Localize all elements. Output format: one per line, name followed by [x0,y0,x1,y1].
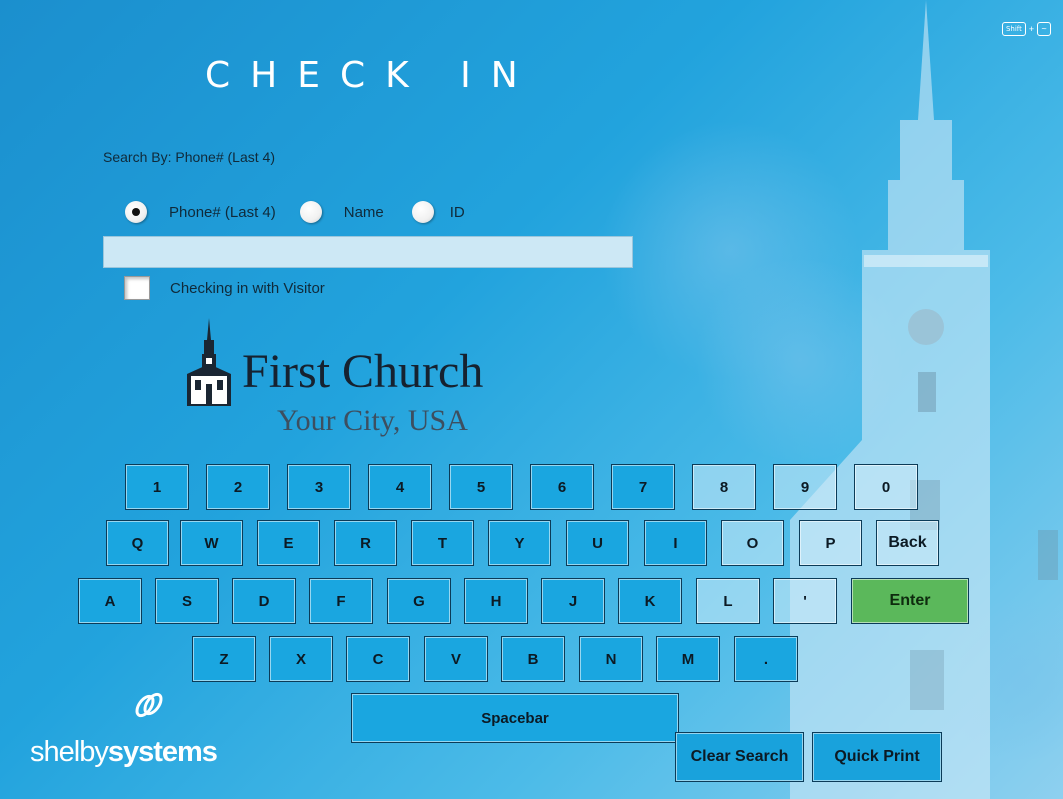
key-enter[interactable]: Enter [851,578,969,624]
visitor-checkbox-row[interactable]: Checking in with Visitor [124,276,325,300]
key-apostrophe[interactable]: ' [773,578,837,624]
key-u[interactable]: U [566,520,629,566]
key-f[interactable]: F [309,578,373,624]
key-0[interactable]: 0 [854,464,918,510]
key-5[interactable]: 5 [449,464,513,510]
key-t[interactable]: T [411,520,474,566]
key-g[interactable]: G [387,578,451,624]
radio-id[interactable]: ID [411,201,465,223]
radio-phone[interactable]: Phone# (Last 4) [125,201,276,223]
key-spacebar[interactable]: Spacebar [351,693,679,743]
key-j[interactable]: J [541,578,605,624]
church-background-image [790,0,1058,799]
quick-print-button[interactable]: Quick Print [812,732,942,782]
key-e[interactable]: E [257,520,320,566]
brand-part1: shelby [30,736,109,768]
key-back[interactable]: Back [876,520,939,566]
key-h[interactable]: H [464,578,528,624]
key-k[interactable]: K [618,578,682,624]
page-title: CHECK IN [205,55,538,96]
key-4[interactable]: 4 [368,464,432,510]
radio-selected-icon [125,201,147,223]
key-o[interactable]: O [721,520,784,566]
radio-unselected-icon [411,201,434,223]
key-s[interactable]: S [155,578,219,624]
radio-id-label: ID [449,203,465,221]
key-x[interactable]: X [269,636,333,682]
key-r[interactable]: R [334,520,397,566]
key-c[interactable]: C [346,636,410,682]
tilde-key-icon: ~ [1037,22,1051,36]
search-type-radio-group: Phone# (Last 4) Name ID [125,201,465,223]
church-logo-icon [187,318,231,406]
shelby-systems-wordmark: shelbysystems [30,736,218,769]
church-city: Your City, USA [277,404,468,437]
visitor-checkbox-label: Checking in with Visitor [170,279,325,297]
shelby-swirl-icon [135,692,163,718]
key-w[interactable]: W [180,520,243,566]
key-3[interactable]: 3 [287,464,351,510]
key-9[interactable]: 9 [773,464,837,510]
key-a[interactable]: A [78,578,142,624]
radio-name[interactable]: Name [299,201,384,223]
key-v[interactable]: V [424,636,488,682]
key-period[interactable]: . [734,636,798,682]
keyboard-shortcut-hint: Shift + ~ [1001,22,1051,36]
radio-unselected-icon [299,201,322,223]
church-name: First Church [242,345,484,398]
search-by-label: Search By: Phone# (Last 4) [103,149,275,165]
radio-phone-label: Phone# (Last 4) [169,203,276,221]
key-n[interactable]: N [579,636,643,682]
key-i[interactable]: I [644,520,707,566]
clear-search-button[interactable]: Clear Search [675,732,804,782]
key-m[interactable]: M [656,636,720,682]
plus-sign: + [1028,24,1035,34]
key-6[interactable]: 6 [530,464,594,510]
key-1[interactable]: 1 [125,464,189,510]
brand-part2: systems [107,736,218,768]
search-input[interactable] [103,236,633,268]
key-z[interactable]: Z [192,636,256,682]
radio-name-label: Name [343,203,384,221]
key-p[interactable]: P [799,520,862,566]
visitor-checkbox[interactable] [124,276,150,300]
key-b[interactable]: B [501,636,565,682]
key-q[interactable]: Q [106,520,169,566]
shift-key-icon: Shift [1001,22,1026,36]
key-y[interactable]: Y [488,520,551,566]
key-2[interactable]: 2 [206,464,270,510]
key-l[interactable]: L [696,578,760,624]
key-7[interactable]: 7 [611,464,675,510]
key-d[interactable]: D [232,578,296,624]
key-8[interactable]: 8 [692,464,756,510]
